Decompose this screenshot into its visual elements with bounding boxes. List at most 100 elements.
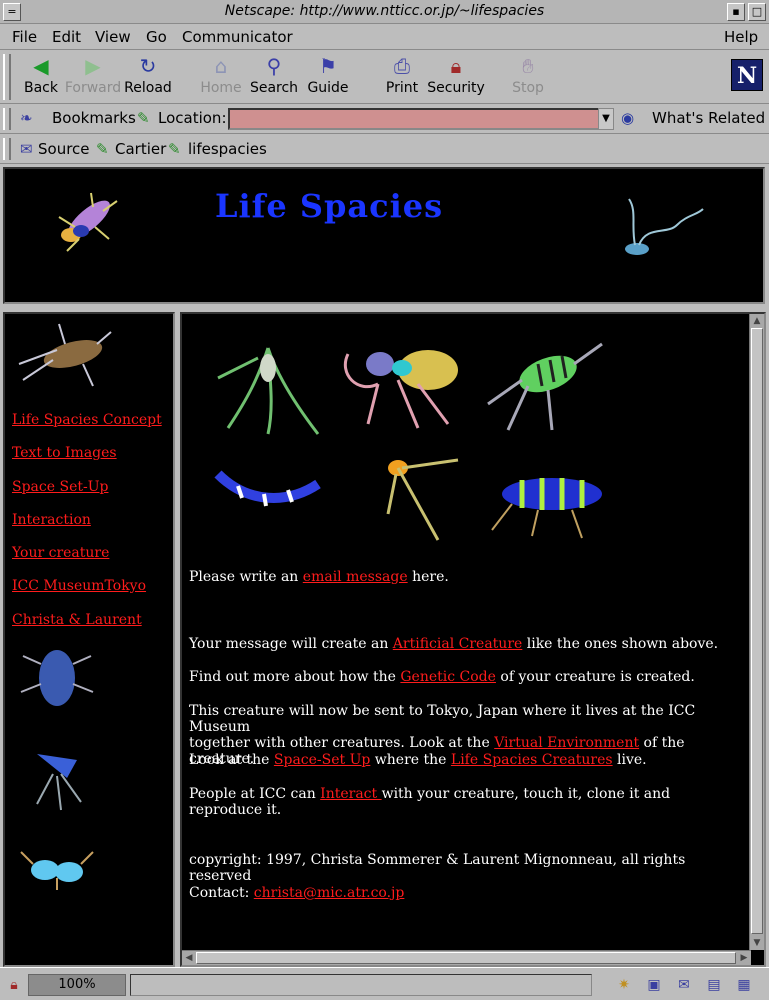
netscape-logo[interactable]: N [731, 59, 763, 91]
email-paragraph: Please write an email message here. [189, 569, 729, 585]
nav-link-concept[interactable]: Life Spacies Concept [12, 412, 162, 428]
green-tentacle-creature-image [217, 347, 320, 435]
guide-button[interactable]: ⚑ Guide [299, 52, 357, 102]
horizontal-scroll-thumb[interactable] [196, 952, 736, 964]
lifespacies-icon: ✎ [168, 140, 181, 158]
menu-go[interactable]: Go [146, 28, 167, 46]
newsgroups-icon[interactable]: ▦ [732, 975, 756, 995]
back-button[interactable]: ◀ Back [12, 52, 70, 102]
stop-label: Stop [512, 80, 544, 96]
security-label: Security [427, 80, 485, 96]
menu-bar: File Edit View Go Communicator Help [0, 24, 769, 50]
maximize-button[interactable]: □ [748, 3, 766, 21]
vertical-scrollbar[interactable]: ▲ ▼ [749, 314, 764, 950]
print-button[interactable]: ⎙ Print [373, 52, 431, 102]
nav-link-space-setup[interactable]: Space Set-Up [12, 479, 108, 495]
scroll-right-arrow-icon[interactable]: ▶ [738, 952, 750, 964]
life-spacies-creatures-link[interactable]: Life Spacies Creatures [451, 752, 613, 768]
page-proxy-icon[interactable]: ✎ [137, 109, 150, 127]
menu-edit[interactable]: Edit [52, 28, 81, 46]
scroll-down-arrow-icon[interactable]: ▼ [751, 937, 763, 949]
space-text-before: Look at the [189, 752, 274, 768]
status-bar: 🔒︎ 100% ✷ ▣ ✉ ▤ ▦ [0, 967, 769, 1000]
scroll-up-arrow-icon[interactable]: ▲ [751, 315, 763, 327]
email-text-before: Please write an [189, 569, 303, 585]
reload-icon: ↻ [139, 54, 157, 78]
search-button[interactable]: ⚲ Search [245, 52, 303, 102]
brown-creature-image [18, 323, 112, 387]
back-arrow-icon: ◀ [33, 54, 49, 78]
interact-link[interactable]: Interact [320, 786, 381, 802]
forward-button[interactable]: ▶ Forward [64, 52, 122, 102]
insect-creature-image [58, 192, 118, 252]
menu-file[interactable]: File [12, 28, 37, 46]
menu-view[interactable]: View [95, 28, 131, 46]
email-text-after: here. [407, 569, 449, 585]
online-status-icon[interactable]: ✷ [612, 975, 636, 995]
tokyo-text-line2: together with other creatures. Look at t… [189, 735, 495, 751]
copyright-text: copyright: 1997, Christa Sommerer & Laur… [189, 852, 686, 884]
security-lock-icon[interactable]: 🔒︎ [2, 975, 26, 995]
source-icon: ✉ [20, 140, 33, 158]
genetic-code-link[interactable]: Genetic Code [400, 669, 496, 685]
location-grip[interactable] [3, 108, 11, 130]
location-input[interactable] [228, 108, 614, 130]
personal-toolbar: ✉ Source ✎ Cartier ✎ lifespacies [0, 134, 769, 164]
genetic-text-before: Find out more about how the [189, 669, 401, 685]
blue-leaf-creature-image [36, 754, 82, 811]
whats-related-icon[interactable]: ◉ [621, 109, 634, 127]
blue-beetle-creature-image [20, 650, 94, 706]
bookmarks-button[interactable]: Bookmarks [52, 109, 136, 127]
location-dropdown-button[interactable]: ▼ [598, 108, 614, 130]
horizontal-scrollbar[interactable]: ◀ ▶ [182, 950, 751, 965]
guide-label: Guide [307, 80, 349, 96]
security-button[interactable]: 🔒︎ Security [427, 52, 485, 102]
artificial-text-before: Your message will create an [189, 636, 393, 652]
nav-link-icc-museum[interactable]: ICC MuseumTokyo [12, 578, 146, 594]
toolbar-grip[interactable] [3, 54, 11, 100]
composer-icon[interactable]: ▤ [702, 975, 726, 995]
personal-grip[interactable] [3, 138, 11, 160]
nav-link-text-to-images[interactable]: Text to Images [12, 445, 117, 461]
scroll-left-arrow-icon[interactable]: ◀ [183, 952, 195, 964]
mail-icon[interactable]: ✉ [672, 975, 696, 995]
nav-link-christa-laurent[interactable]: Christa & Laurent [12, 612, 142, 628]
bookmarks-icon[interactable]: ❧ [20, 109, 33, 127]
window-title: Netscape: http://www.ntticc.or.jp/~lifes… [224, 3, 545, 19]
tentacle-creature-image [625, 198, 704, 255]
menu-help[interactable]: Help [724, 28, 758, 46]
blue-striped-caterpillar-image [491, 478, 602, 539]
page-content: Life Spacies Life Spacies Concept Text t… [0, 164, 769, 967]
vertical-scroll-thumb[interactable] [751, 328, 763, 934]
nav-link-interaction[interactable]: Interaction [12, 512, 91, 528]
bookmark-lifespacies[interactable]: lifespacies [188, 140, 267, 158]
contact-label: Contact: [189, 885, 254, 901]
stop-button[interactable]: ✋︎ Stop [499, 52, 557, 102]
space-setup-paragraph: Look at the Space-Set Up where the Life … [189, 752, 729, 768]
interact-paragraph: People at ICC can Interact with your cre… [189, 786, 729, 818]
nav-link-your-creature[interactable]: Your creature [12, 545, 109, 561]
bookmark-source[interactable]: Source [38, 140, 90, 158]
artificial-creature-link[interactable]: Artificial Creature [393, 636, 523, 652]
email-message-link[interactable]: email message [303, 569, 408, 585]
virtual-environment-link[interactable]: Virtual Environment [494, 735, 639, 751]
contact-paragraph: Contact: christa@mic.atr.co.jp [189, 885, 729, 901]
tokyo-text-line1: This creature will now be sent to Tokyo,… [189, 703, 696, 735]
banner-frame: Life Spacies [3, 167, 765, 304]
whats-related-button[interactable]: What's Related [652, 109, 765, 127]
stop-icon: ✋︎ [522, 54, 534, 78]
minimize-button[interactable]: ▪ [727, 3, 745, 21]
reload-button[interactable]: ↻ Reload [119, 52, 177, 102]
main-frame: Please write an email message here. Your… [180, 312, 766, 967]
navigation-frame: Life Spacies Concept Text to Images Spac… [3, 312, 175, 967]
zoom-level: 100% [28, 974, 126, 996]
printer-icon: ⎙ [394, 54, 410, 78]
navigation-toolbar: ◀ Back ▶ Forward ↻ Reload ⌂ Home ⚲ Searc… [0, 50, 769, 104]
cyan-blob-creature-image [20, 851, 94, 890]
home-button[interactable]: ⌂ Home [192, 52, 250, 102]
space-setup-link[interactable]: Space-Set Up [274, 752, 370, 768]
bookmark-cartier[interactable]: Cartier [115, 140, 166, 158]
navigator-icon[interactable]: ▣ [642, 975, 666, 995]
contact-email-link[interactable]: christa@mic.atr.co.jp [254, 885, 405, 901]
menu-communicator[interactable]: Communicator [182, 28, 293, 46]
